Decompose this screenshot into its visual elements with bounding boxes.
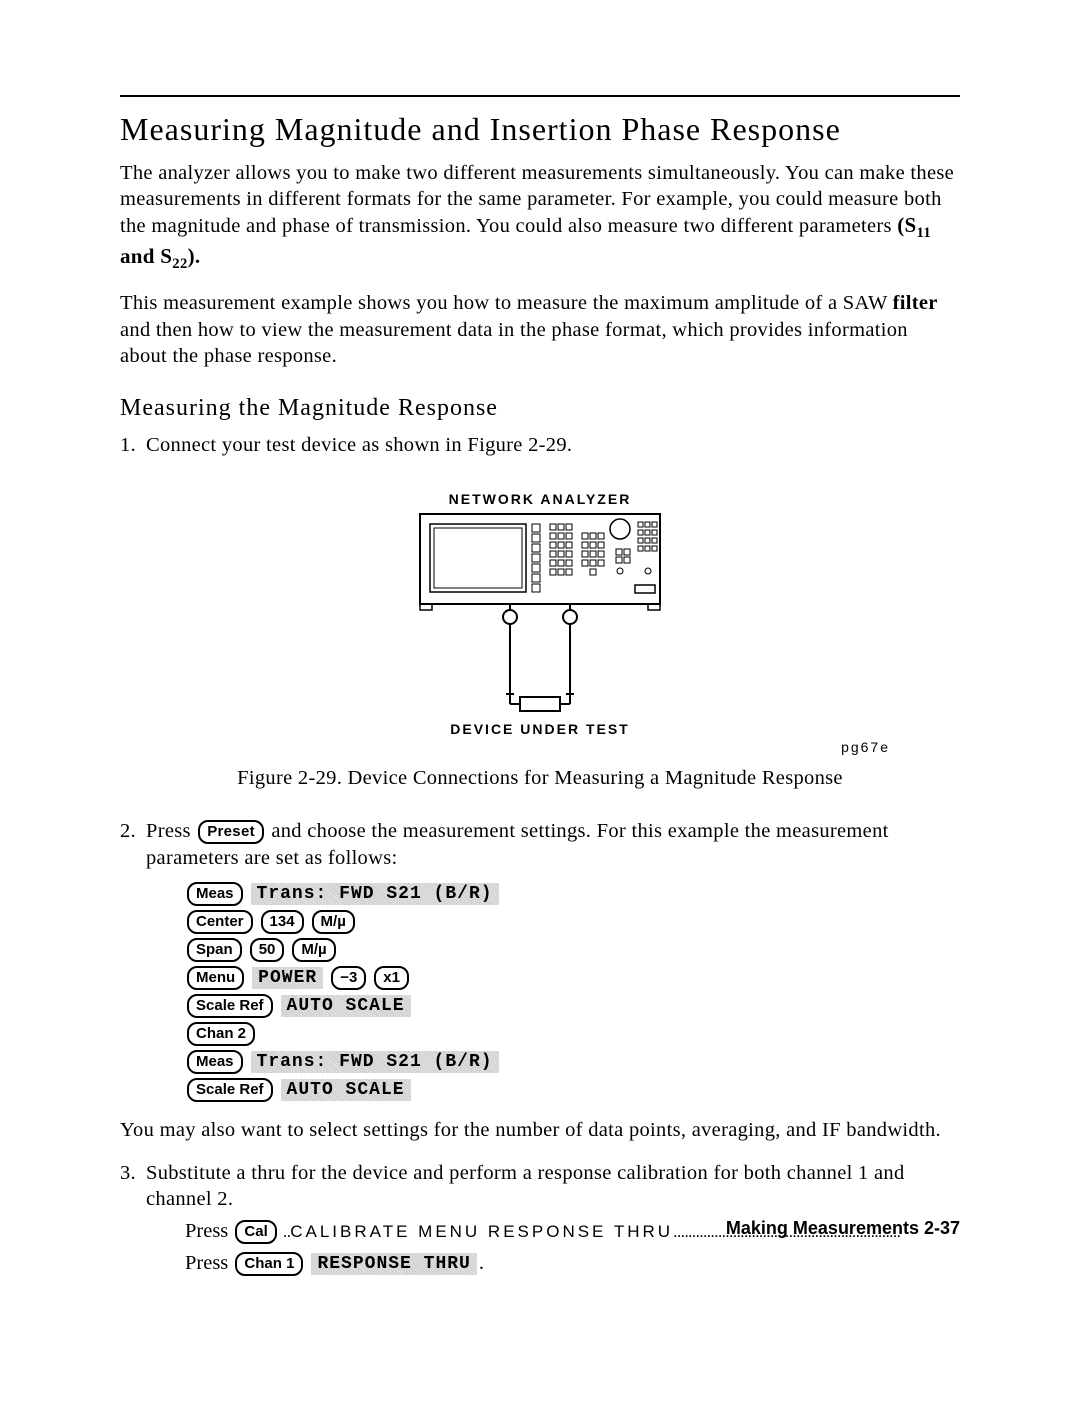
seq-row-1: Meas Trans: FWD S21 (B/R) bbox=[185, 881, 960, 907]
span-key: Span bbox=[187, 938, 242, 962]
period: . bbox=[479, 1252, 484, 1274]
text: Press bbox=[185, 1220, 233, 1242]
step-number: 2. bbox=[120, 818, 146, 872]
softkey-trans: Trans: FWD S21 (B/R) bbox=[251, 1051, 499, 1073]
text: and S bbox=[120, 244, 172, 268]
text: and then how to view the measurement dat… bbox=[120, 319, 908, 367]
meas-key: Meas bbox=[187, 1050, 243, 1074]
menu-key: Menu bbox=[187, 966, 244, 990]
seq-row-2: Center 134 M/µ bbox=[185, 909, 960, 935]
step-text: Connect your test device as shown in Fig… bbox=[146, 432, 960, 459]
x1-key: x1 bbox=[374, 966, 409, 990]
analyzer-label: NETWORK ANALYZER bbox=[449, 491, 632, 507]
figure-caption: Figure 2-29. Device Connections for Meas… bbox=[120, 767, 960, 790]
seq-row-8: Scale Ref AUTO SCALE bbox=[185, 1077, 960, 1103]
scaleref-key: Scale Ref bbox=[187, 994, 273, 1018]
minus3-key: −3 bbox=[331, 966, 366, 990]
val-50-key: 50 bbox=[250, 938, 285, 962]
step-1: 1. Connect your test device as shown in … bbox=[120, 432, 960, 459]
bold-word: filter bbox=[893, 292, 938, 314]
step2-note: You may also want to select settings for… bbox=[120, 1117, 960, 1143]
steps-list-2: 2. Press Preset and choose the measureme… bbox=[120, 818, 960, 872]
text: The analyzer allows you to make two diff… bbox=[120, 162, 954, 237]
softkey-autoscale: AUTO SCALE bbox=[281, 1079, 411, 1101]
softkey-trans: Trans: FWD S21 (B/R) bbox=[251, 883, 499, 905]
scaleref-key: Scale Ref bbox=[187, 1078, 273, 1102]
text: ). bbox=[188, 244, 201, 268]
seq-row-6: Chan 2 bbox=[185, 1021, 960, 1047]
step-text: Press Preset and choose the measurement … bbox=[146, 818, 960, 872]
subsection-title: Measuring the Magnitude Response bbox=[120, 395, 960, 422]
dut-label: DEVICE UNDER TEST bbox=[450, 721, 629, 737]
steps-list: 1. Connect your test device as shown in … bbox=[120, 432, 960, 459]
softkey-autoscale: AUTO SCALE bbox=[281, 995, 411, 1017]
intro-paragraph-1: The analyzer allows you to make two diff… bbox=[120, 160, 960, 274]
step3-line2: Press Chan 1 RESPONSE THRU. bbox=[185, 1251, 960, 1277]
step-3: 3. Substitute a thru for the device and … bbox=[120, 1160, 960, 1213]
step-number: 3. bbox=[120, 1160, 146, 1213]
document-page: Measuring Magnitude and Insertion Phase … bbox=[0, 0, 1080, 1409]
center-key: Center bbox=[187, 910, 253, 934]
text: Press bbox=[146, 820, 196, 842]
figure-tag: pg67e bbox=[841, 739, 890, 755]
softkey-power: POWER bbox=[252, 967, 323, 989]
meas-key: Meas bbox=[187, 882, 243, 906]
horizontal-rule bbox=[120, 95, 960, 97]
chan2-key: Chan 2 bbox=[187, 1022, 255, 1046]
seq-row-5: Scale Ref AUTO SCALE bbox=[185, 993, 960, 1019]
preset-key: Preset bbox=[198, 820, 264, 844]
text: (S bbox=[897, 213, 916, 237]
figure: NETWORK ANALYZER bbox=[120, 489, 960, 749]
seq-row-7: Meas Trans: FWD S21 (B/R) bbox=[185, 1049, 960, 1075]
softkey-response-thru: RESPONSE THRU bbox=[311, 1253, 476, 1275]
section-title: Measuring Magnitude and Insertion Phase … bbox=[120, 111, 960, 148]
analyzer-diagram: NETWORK ANALYZER bbox=[360, 489, 720, 749]
chan1-key: Chan 1 bbox=[235, 1252, 303, 1276]
seq-row-4: Menu POWER −3 x1 bbox=[185, 965, 960, 991]
subscript: 22 bbox=[172, 257, 187, 273]
text: Press bbox=[185, 1252, 233, 1274]
seq-row-3: Span 50 M/µ bbox=[185, 937, 960, 963]
text: This measurement example shows you how t… bbox=[120, 292, 893, 314]
key-sequence: Meas Trans: FWD S21 (B/R) Center 134 M/µ… bbox=[185, 881, 960, 1103]
mu-key: M/µ bbox=[312, 910, 355, 934]
steps-list-3: 3. Substitute a thru for the device and … bbox=[120, 1160, 960, 1213]
step-2: 2. Press Preset and choose the measureme… bbox=[120, 818, 960, 872]
cal-key: Cal bbox=[235, 1220, 276, 1244]
val-134-key: 134 bbox=[261, 910, 304, 934]
intro-paragraph-2: This measurement example shows you how t… bbox=[120, 290, 960, 369]
page-footer: Making Measurements 2-37 bbox=[726, 1218, 960, 1239]
step-number: 1. bbox=[120, 432, 146, 459]
mu-key: M/µ bbox=[292, 938, 335, 962]
subscript: 11 bbox=[917, 226, 931, 242]
step-text: Substitute a thru for the device and per… bbox=[146, 1160, 960, 1213]
